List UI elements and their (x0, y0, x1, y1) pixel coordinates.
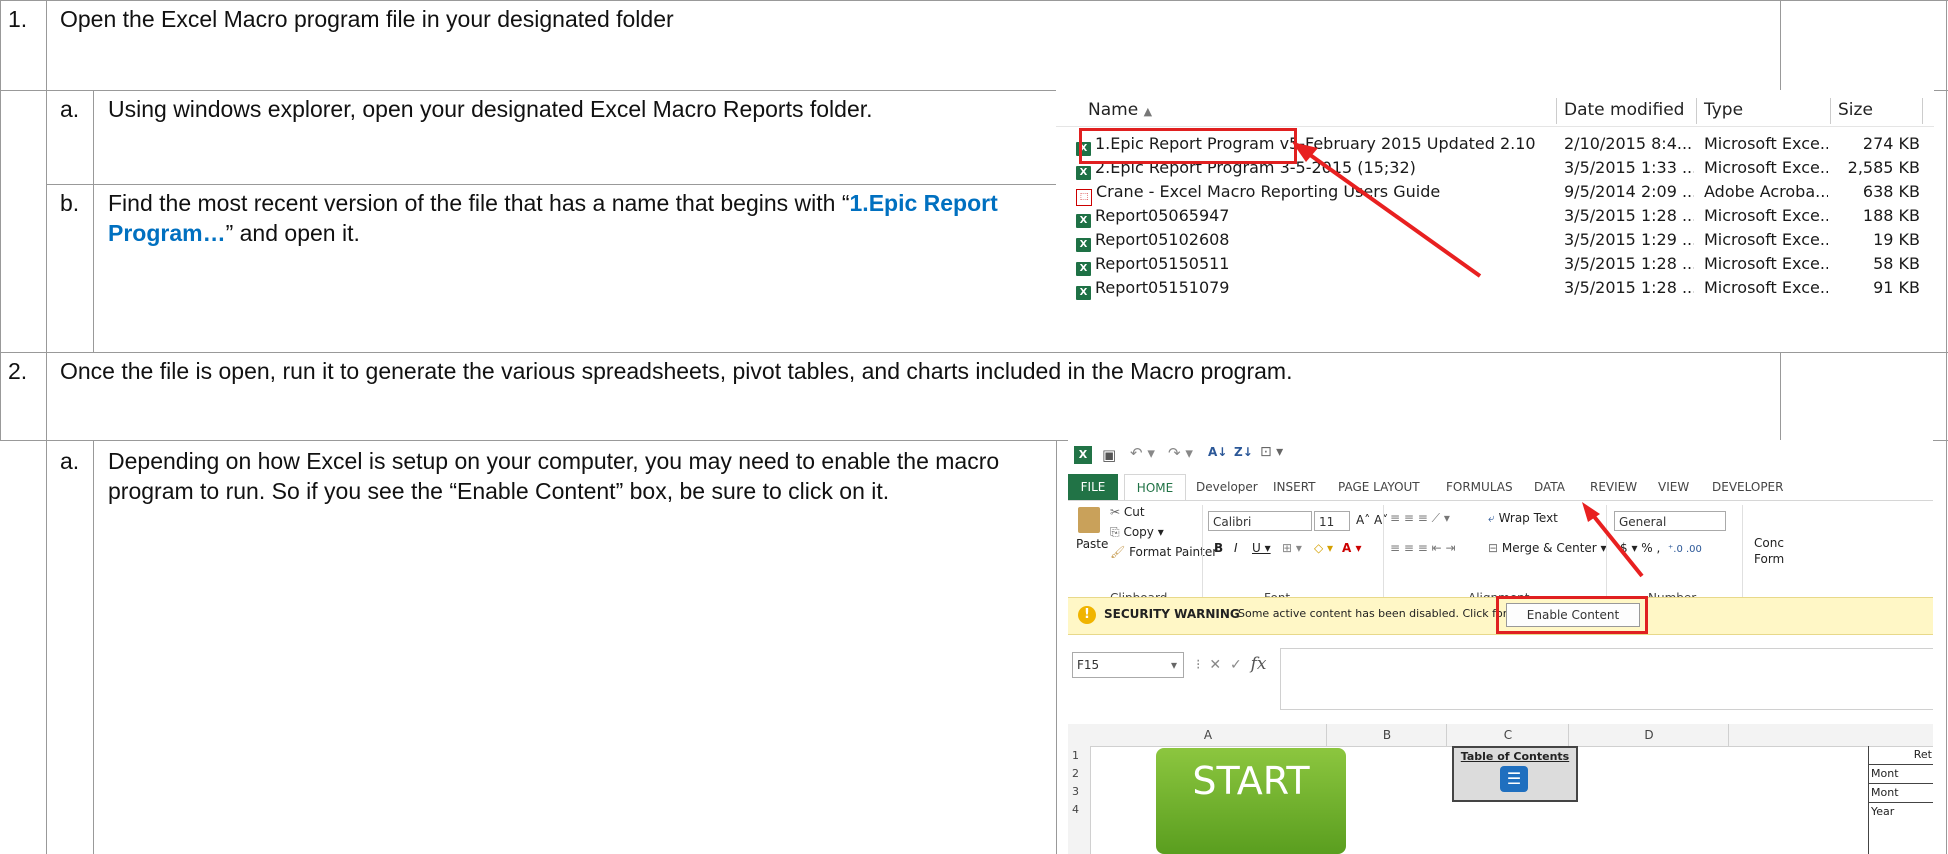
substep-a1-letter: a. (60, 96, 80, 122)
substep-b1-letter: b. (60, 190, 80, 216)
step-1-number: 1. (8, 6, 28, 32)
substep-a2-letter: a. (60, 448, 80, 474)
step-2-number: 2. (8, 358, 28, 384)
red-arrow-icon (1582, 502, 1644, 578)
step-2-text: Once the file is open, run it to generat… (60, 358, 1293, 384)
substep-a2-text: Depending on how Excel is setup on your … (108, 448, 1000, 504)
explorer-screenshot: Name ▲ Date modified Type Size X 1.Epic R… (1056, 90, 1934, 352)
step-1-text: Open the Excel Macro program file in you… (60, 6, 674, 32)
excel-screenshot: X ▣ ↶ ▾ ↷ ▾ A↓ Z↓ ⊡ ▾ FILE HOME Develope… (1068, 440, 1933, 854)
substep-b1-text: Find the most recent version of the file… (108, 190, 998, 246)
red-arrow-icon (1292, 142, 1482, 278)
substep-a1-text: Using windows explorer, open your design… (108, 96, 873, 122)
